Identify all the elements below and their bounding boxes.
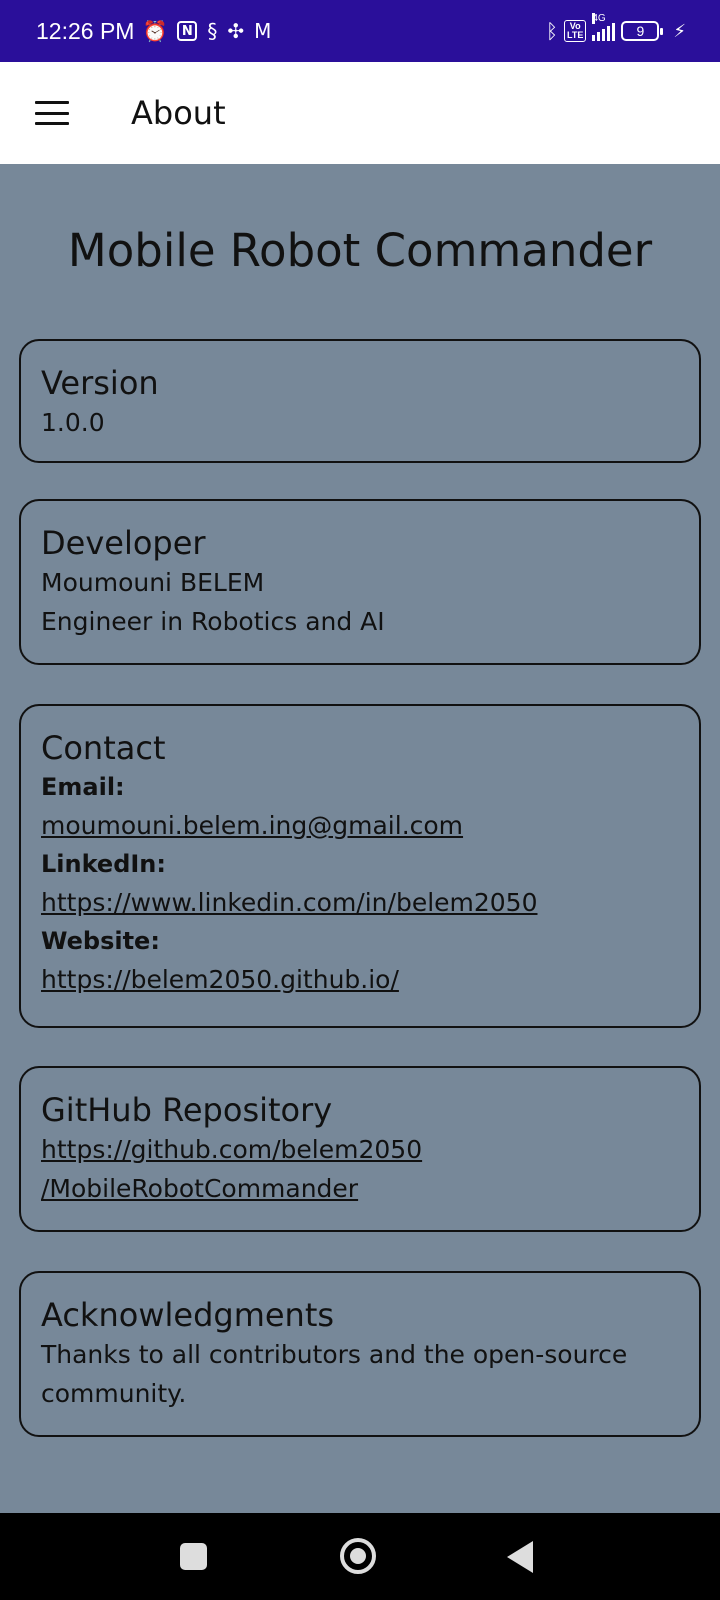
version-title: Version (41, 364, 159, 402)
status-time: 12:26 PM (36, 17, 135, 44)
developer-role: Engineer in Robotics and AI (41, 607, 385, 636)
signal-icon: 4G (592, 13, 616, 41)
linkedin-link[interactable]: https://www.linkedin.com/in/belem2050 (41, 883, 679, 922)
version-card: Version 1.0.0 (19, 339, 701, 463)
github-link[interactable]: https://github.com/belem2050 /MobileRobo… (41, 1130, 679, 1208)
website-link[interactable]: https://belem2050.github.io/ (41, 960, 679, 999)
email-link[interactable]: moumouni.belem.ing@gmail.com (41, 806, 679, 845)
network-type: 4G (592, 13, 606, 24)
bluetooth-icon: ᛒ (546, 19, 559, 43)
notification-icons: ⏰ N § ✣ M (142, 19, 271, 43)
back-triangle-icon[interactable] (507, 1541, 533, 1573)
hamburger-menu-icon[interactable] (35, 101, 69, 125)
github-title: GitHub Repository (41, 1091, 333, 1129)
home-circle-icon[interactable] (340, 1538, 376, 1574)
acknowledgments-line1: Thanks to all contributors and the open-… (41, 1340, 628, 1369)
contact-card: Contact Email: moumouni.belem.ing@gmail.… (19, 704, 701, 1028)
linkedin-label: LinkedIn: (41, 850, 166, 878)
version-value: 1.0.0 (41, 408, 105, 437)
status-bar: 12:26 PM ⏰ N § ✣ M ᛒ Vo LTE 4G 9 ⚡ (0, 0, 720, 62)
volte-icon: Vo LTE (564, 20, 587, 42)
acknowledgments-card: Acknowledgments Thanks to all contributo… (19, 1271, 701, 1437)
fan-app-icon: ✣ (227, 19, 245, 43)
app-bar: About (0, 62, 720, 164)
system-nav-bar (0, 1513, 720, 1600)
app-bar-title: About (131, 94, 226, 132)
github-link-line2[interactable]: /MobileRobotCommander (41, 1169, 679, 1208)
developer-title: Developer (41, 524, 206, 562)
github-card: GitHub Repository https://github.com/bel… (19, 1066, 701, 1232)
alarm-icon: ⏰ (142, 19, 168, 43)
charging-icon: ⚡ (673, 20, 686, 42)
developer-name: Moumouni BELEM (41, 568, 265, 597)
developer-card: Developer Moumouni BELEM Engineer in Rob… (19, 499, 701, 665)
acknowledgments-title: Acknowledgments (41, 1296, 335, 1334)
recents-square-icon[interactable] (180, 1543, 207, 1570)
gmail-icon: M (254, 19, 272, 43)
battery-icon: 9 (621, 21, 664, 41)
s-app-icon: § (207, 19, 218, 43)
contact-title: Contact (41, 729, 166, 767)
github-link-line1[interactable]: https://github.com/belem2050 (41, 1130, 679, 1169)
nfc-icon: N (177, 21, 198, 41)
email-label: Email: (41, 773, 125, 801)
battery-level: 9 (636, 23, 645, 39)
website-label: Website: (41, 927, 160, 955)
acknowledgments-line2: community. (41, 1379, 187, 1408)
page-title: Mobile Robot Commander (67, 224, 653, 277)
about-content[interactable]: Mobile Robot Commander Version 1.0.0 Dev… (0, 164, 720, 1513)
system-icons: ᛒ Vo LTE 4G 9 ⚡ (546, 13, 686, 43)
